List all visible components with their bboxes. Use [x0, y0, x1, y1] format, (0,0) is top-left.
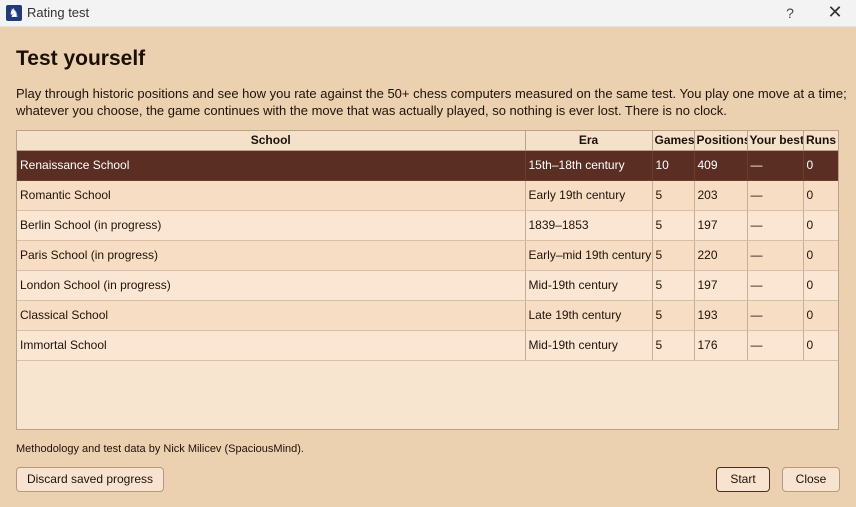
- cell-runs: 0: [803, 150, 838, 181]
- column-header-school[interactable]: School: [17, 131, 526, 151]
- cell-positions: 220: [694, 240, 748, 271]
- window-title: Rating test: [27, 5, 90, 20]
- cell-games: 5: [652, 300, 695, 331]
- cell-games: 5: [652, 210, 695, 241]
- cell-runs: 0: [803, 240, 838, 271]
- cell-runs: 0: [803, 210, 838, 241]
- cell-runs: 0: [803, 300, 838, 331]
- cell-games: 5: [652, 330, 695, 361]
- cell-era: Mid-19th century: [525, 270, 653, 301]
- cell-positions: 176: [694, 330, 748, 361]
- cell-positions: 409: [694, 150, 748, 181]
- intro-text: Play through historic positions and see …: [16, 86, 847, 118]
- cell-school: Renaissance School: [17, 150, 526, 181]
- column-header-runs[interactable]: Runs: [803, 131, 838, 151]
- cell-school: Berlin School (in progress): [17, 210, 526, 241]
- cell-runs: 0: [803, 180, 838, 211]
- cell-era: 15th–18th century: [525, 150, 653, 181]
- cell-your-best: —: [747, 330, 804, 361]
- cell-your-best: —: [747, 240, 804, 271]
- discard-progress-button[interactable]: Discard saved progress: [16, 467, 164, 492]
- table-row[interactable]: London School (in progress) Mid-19th cent…: [17, 270, 838, 301]
- cell-school: Paris School (in progress): [17, 240, 526, 271]
- close-icon[interactable]: ✕: [822, 2, 848, 24]
- cell-games: 5: [652, 240, 695, 271]
- table-row[interactable]: Classical School Late 19th century 5 193—0: [17, 300, 838, 331]
- start-button[interactable]: Start: [716, 467, 770, 492]
- cell-era: Late 19th century: [525, 300, 653, 331]
- help-button[interactable]: ?: [778, 2, 802, 24]
- close-button[interactable]: Close: [782, 467, 840, 492]
- cell-positions: 197: [694, 270, 748, 301]
- table-row[interactable]: Berlin School (in progress) 1839–1853 5 197…: [17, 210, 838, 241]
- cell-school: Romantic School: [17, 180, 526, 211]
- cell-era: Early 19th century: [525, 180, 653, 211]
- cell-games: 5: [652, 270, 695, 301]
- cell-your-best: —: [747, 300, 804, 331]
- cell-school: Immortal School: [17, 330, 526, 361]
- table-header-row: School Era Games Positions Your best Run…: [17, 131, 838, 151]
- table-row[interactable]: Romantic School Early 19th century 5 203—0: [17, 180, 838, 211]
- table-row[interactable]: Immortal School Mid-19th century 5 176—0: [17, 330, 838, 361]
- cell-era: Early–mid 19th century: [525, 240, 653, 271]
- schools-table: School Era Games Positions Your best Run…: [16, 130, 839, 430]
- cell-your-best: —: [747, 270, 804, 301]
- knight-icon: ♞: [6, 5, 22, 21]
- table-row[interactable]: Paris School (in progress) Early–mid 19th…: [17, 240, 838, 271]
- cell-positions: 203: [694, 180, 748, 211]
- cell-runs: 0: [803, 330, 838, 361]
- column-header-era[interactable]: Era: [525, 131, 653, 151]
- cell-era: Mid-19th century: [525, 330, 653, 361]
- column-header-positions[interactable]: Positions: [694, 131, 748, 151]
- cell-your-best: —: [747, 180, 804, 211]
- table-row[interactable]: Renaissance School 15th–18th century 10 409…: [17, 150, 838, 181]
- cell-era: 1839–1853: [525, 210, 653, 241]
- cell-games: 10: [652, 150, 695, 181]
- cell-positions: 197: [694, 210, 748, 241]
- cell-positions: 193: [694, 300, 748, 331]
- title-bar: ♞ Rating test ? ✕: [0, 0, 856, 27]
- column-header-your-best[interactable]: Your best: [747, 131, 804, 151]
- credit-text: Methodology and test data by Nick Milice…: [16, 443, 304, 455]
- cell-your-best: —: [747, 210, 804, 241]
- cell-runs: 0: [803, 270, 838, 301]
- cell-school: Classical School: [17, 300, 526, 331]
- cell-school: London School (in progress): [17, 270, 526, 301]
- cell-games: 5: [652, 180, 695, 211]
- cell-your-best: —: [747, 150, 804, 181]
- page-title: Test yourself: [16, 47, 146, 70]
- column-header-games[interactable]: Games: [652, 131, 695, 151]
